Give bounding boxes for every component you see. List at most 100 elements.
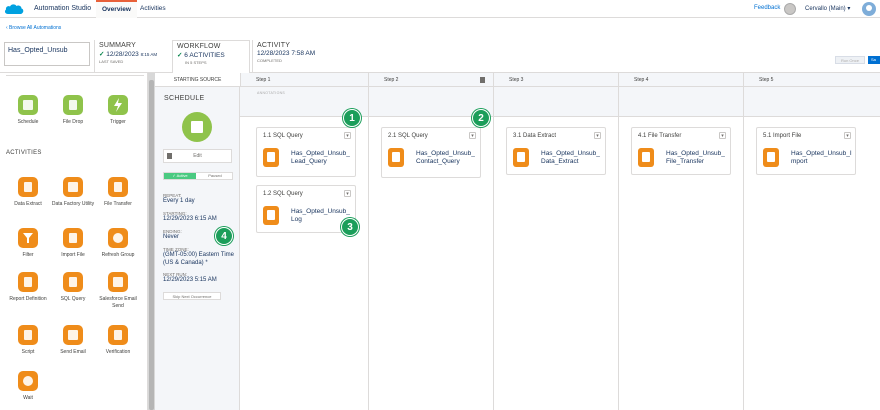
activity-card-1-1[interactable]: 1.1 SQL Query ▾ Has_Opted_Unsub_Lead_Que… (256, 127, 356, 177)
divider (6, 75, 144, 76)
activity-card-5-1[interactable]: 5.1 Import File ▾ Has_Opted_Unsub_Import (756, 127, 856, 175)
salesforce-logo-icon (4, 4, 24, 14)
user-avatar-icon[interactable] (862, 2, 876, 16)
lightning-icon (108, 95, 128, 115)
step-header-3: Step 3 (493, 73, 618, 87)
step-header-5: Step 5 (743, 73, 880, 87)
send-email-icon (63, 325, 83, 345)
user-menu[interactable]: Cervallo (Main) ▾ (805, 5, 850, 12)
run-once-button[interactable]: Run Once (835, 56, 865, 64)
step-label: Step 2 (384, 77, 399, 83)
palette-label: Report Definition (9, 296, 47, 302)
sql-query-icon (388, 148, 404, 167)
palette-filter[interactable]: Filter (6, 228, 50, 259)
app-title: Automation Studio (34, 5, 92, 12)
check-icon: ✓ (177, 52, 183, 59)
palette-label: Script (21, 349, 35, 355)
card-title: 5.1 Import File (763, 133, 802, 139)
palette-import-file[interactable]: Import File (51, 228, 95, 259)
email-send-icon (108, 272, 128, 292)
palette-file-drop[interactable]: File Drop (51, 95, 95, 126)
palette-trigger[interactable]: Trigger (96, 95, 140, 126)
palette-data-factory[interactable]: Data Factory Utility (51, 177, 95, 208)
verification-icon (108, 325, 128, 345)
starting-field: STARTING: 12/29/2023 6:15 AM (163, 211, 238, 224)
workflow-value: 6 ACTIVITIES (184, 52, 225, 59)
palette-scroll-thumb[interactable] (149, 80, 154, 410)
palette-data-extract[interactable]: Data Extract (6, 177, 50, 208)
filter-icon (18, 228, 38, 248)
summary-tab[interactable]: SUMMARY ✓ 12/28/2023 8:15 AM LAST SAVED (94, 40, 172, 72)
activity-tab[interactable]: ACTIVITY 12/28/2023 7:58 AM COMPLETED (252, 40, 328, 72)
starting-source-panel: SCHEDULE Edit ✓ Active Paused REPEAT: Ev… (155, 87, 240, 410)
card-title: 1.2 SQL Query (263, 191, 303, 197)
toggle-active[interactable]: ✓ Active (164, 173, 196, 179)
import-file-icon (763, 148, 779, 167)
step-divider (618, 87, 619, 410)
palette-report-definition[interactable]: Report Definition (6, 272, 50, 303)
top-nav: Automation Studio Overview Activities Fe… (0, 0, 880, 18)
field-value: 12/29/2023 6:15 AM (163, 216, 217, 222)
trash-icon[interactable] (167, 153, 172, 159)
summary-sub: LAST SAVED (99, 59, 124, 64)
activity-palette: Schedule File Drop Trigger ACTIVITIES Da… (0, 73, 148, 410)
calendar-icon[interactable] (182, 112, 212, 142)
activity-card-3-1[interactable]: 3.1 Data Extract ▾ Has_Opted_Unsub_Data_… (506, 127, 606, 175)
activity-card-2-1[interactable]: 2.1 SQL Query ▾ Has_Opted_Unsub_Contact_… (381, 127, 481, 178)
activity-value: 12/28/2023 7:58 AM (257, 50, 316, 57)
automation-name-field[interactable]: Has_Opted_Unsub (4, 42, 90, 66)
palette-send-email[interactable]: Send Email (51, 325, 95, 356)
file-transfer-icon (108, 177, 128, 197)
toggle-paused[interactable]: Paused (198, 173, 232, 179)
palette-sql-query[interactable]: SQL Query (51, 272, 95, 303)
workflow-sub: IN 5 STEPS (185, 60, 207, 65)
chevron-down-icon[interactable]: ▾ (719, 132, 726, 139)
skip-next-occurrence-button[interactable]: Skip Next Occurrence (163, 292, 221, 300)
file-transfer-icon (638, 148, 654, 167)
palette-file-transfer[interactable]: File Transfer (96, 177, 140, 208)
save-button[interactable]: Sa (868, 56, 880, 64)
chevron-down-icon[interactable]: ▾ (844, 132, 851, 139)
trash-icon[interactable] (480, 77, 485, 83)
activity-sub: COMPLETED (257, 58, 282, 63)
calendar-icon (18, 95, 38, 115)
activities-heading: ACTIVITIES (6, 150, 42, 156)
palette-label: File Drop (62, 119, 84, 125)
palette-schedule[interactable]: Schedule (6, 95, 50, 126)
field-value: 12/29/2023 5:15 AM (163, 277, 217, 283)
palette-label: Schedule (17, 119, 39, 125)
chevron-down-icon[interactable]: ▾ (594, 132, 601, 139)
feedback-link[interactable]: Feedback (754, 5, 780, 11)
callout-badge-4: 4 (215, 227, 233, 245)
active-paused-toggle[interactable]: ✓ Active Paused (163, 172, 233, 180)
step-header-1: Step 1 (240, 73, 368, 87)
palette-refresh-group[interactable]: Refresh Group (96, 228, 140, 259)
edit-schedule-button[interactable]: Edit (163, 149, 232, 163)
step-divider (743, 87, 744, 410)
tab-activities[interactable]: Activities (134, 0, 172, 18)
palette-label: SQL Query (60, 296, 86, 302)
chevron-down-icon[interactable]: ▾ (344, 132, 351, 139)
card-title: 2.1 SQL Query (388, 133, 428, 139)
palette-label: Verification (105, 349, 131, 355)
browse-all-link[interactable]: ‹ Browse All Automations (6, 25, 61, 31)
data-extract-icon (513, 148, 529, 167)
card-title: 1.1 SQL Query (263, 133, 303, 139)
file-drop-icon (63, 95, 83, 115)
palette-script[interactable]: Script (6, 325, 50, 356)
report-icon (18, 272, 38, 292)
palette-label: Import File (61, 252, 85, 258)
annotations-band[interactable] (240, 87, 880, 117)
palette-salesforce-email-send[interactable]: Salesforce Email Send (96, 272, 140, 310)
palette-wait[interactable]: Wait (6, 371, 50, 402)
card-activity-name: Has_Opted_Unsub_Lead_Query (291, 150, 350, 165)
activity-card-4-1[interactable]: 4.1 File Transfer ▾ Has_Opted_Unsub_File… (631, 127, 731, 175)
step-header-2: Step 2 (368, 73, 493, 87)
workflow-tab[interactable]: WORKFLOW ✓ 6 ACTIVITIES IN 5 STEPS (172, 40, 250, 73)
tab-overview[interactable]: Overview (96, 0, 137, 18)
palette-verification[interactable]: Verification (96, 325, 140, 356)
chevron-down-icon[interactable]: ▾ (469, 132, 476, 139)
palette-label: Refresh Group (101, 252, 135, 258)
chevron-down-icon[interactable]: ▾ (344, 190, 351, 197)
script-icon (18, 325, 38, 345)
